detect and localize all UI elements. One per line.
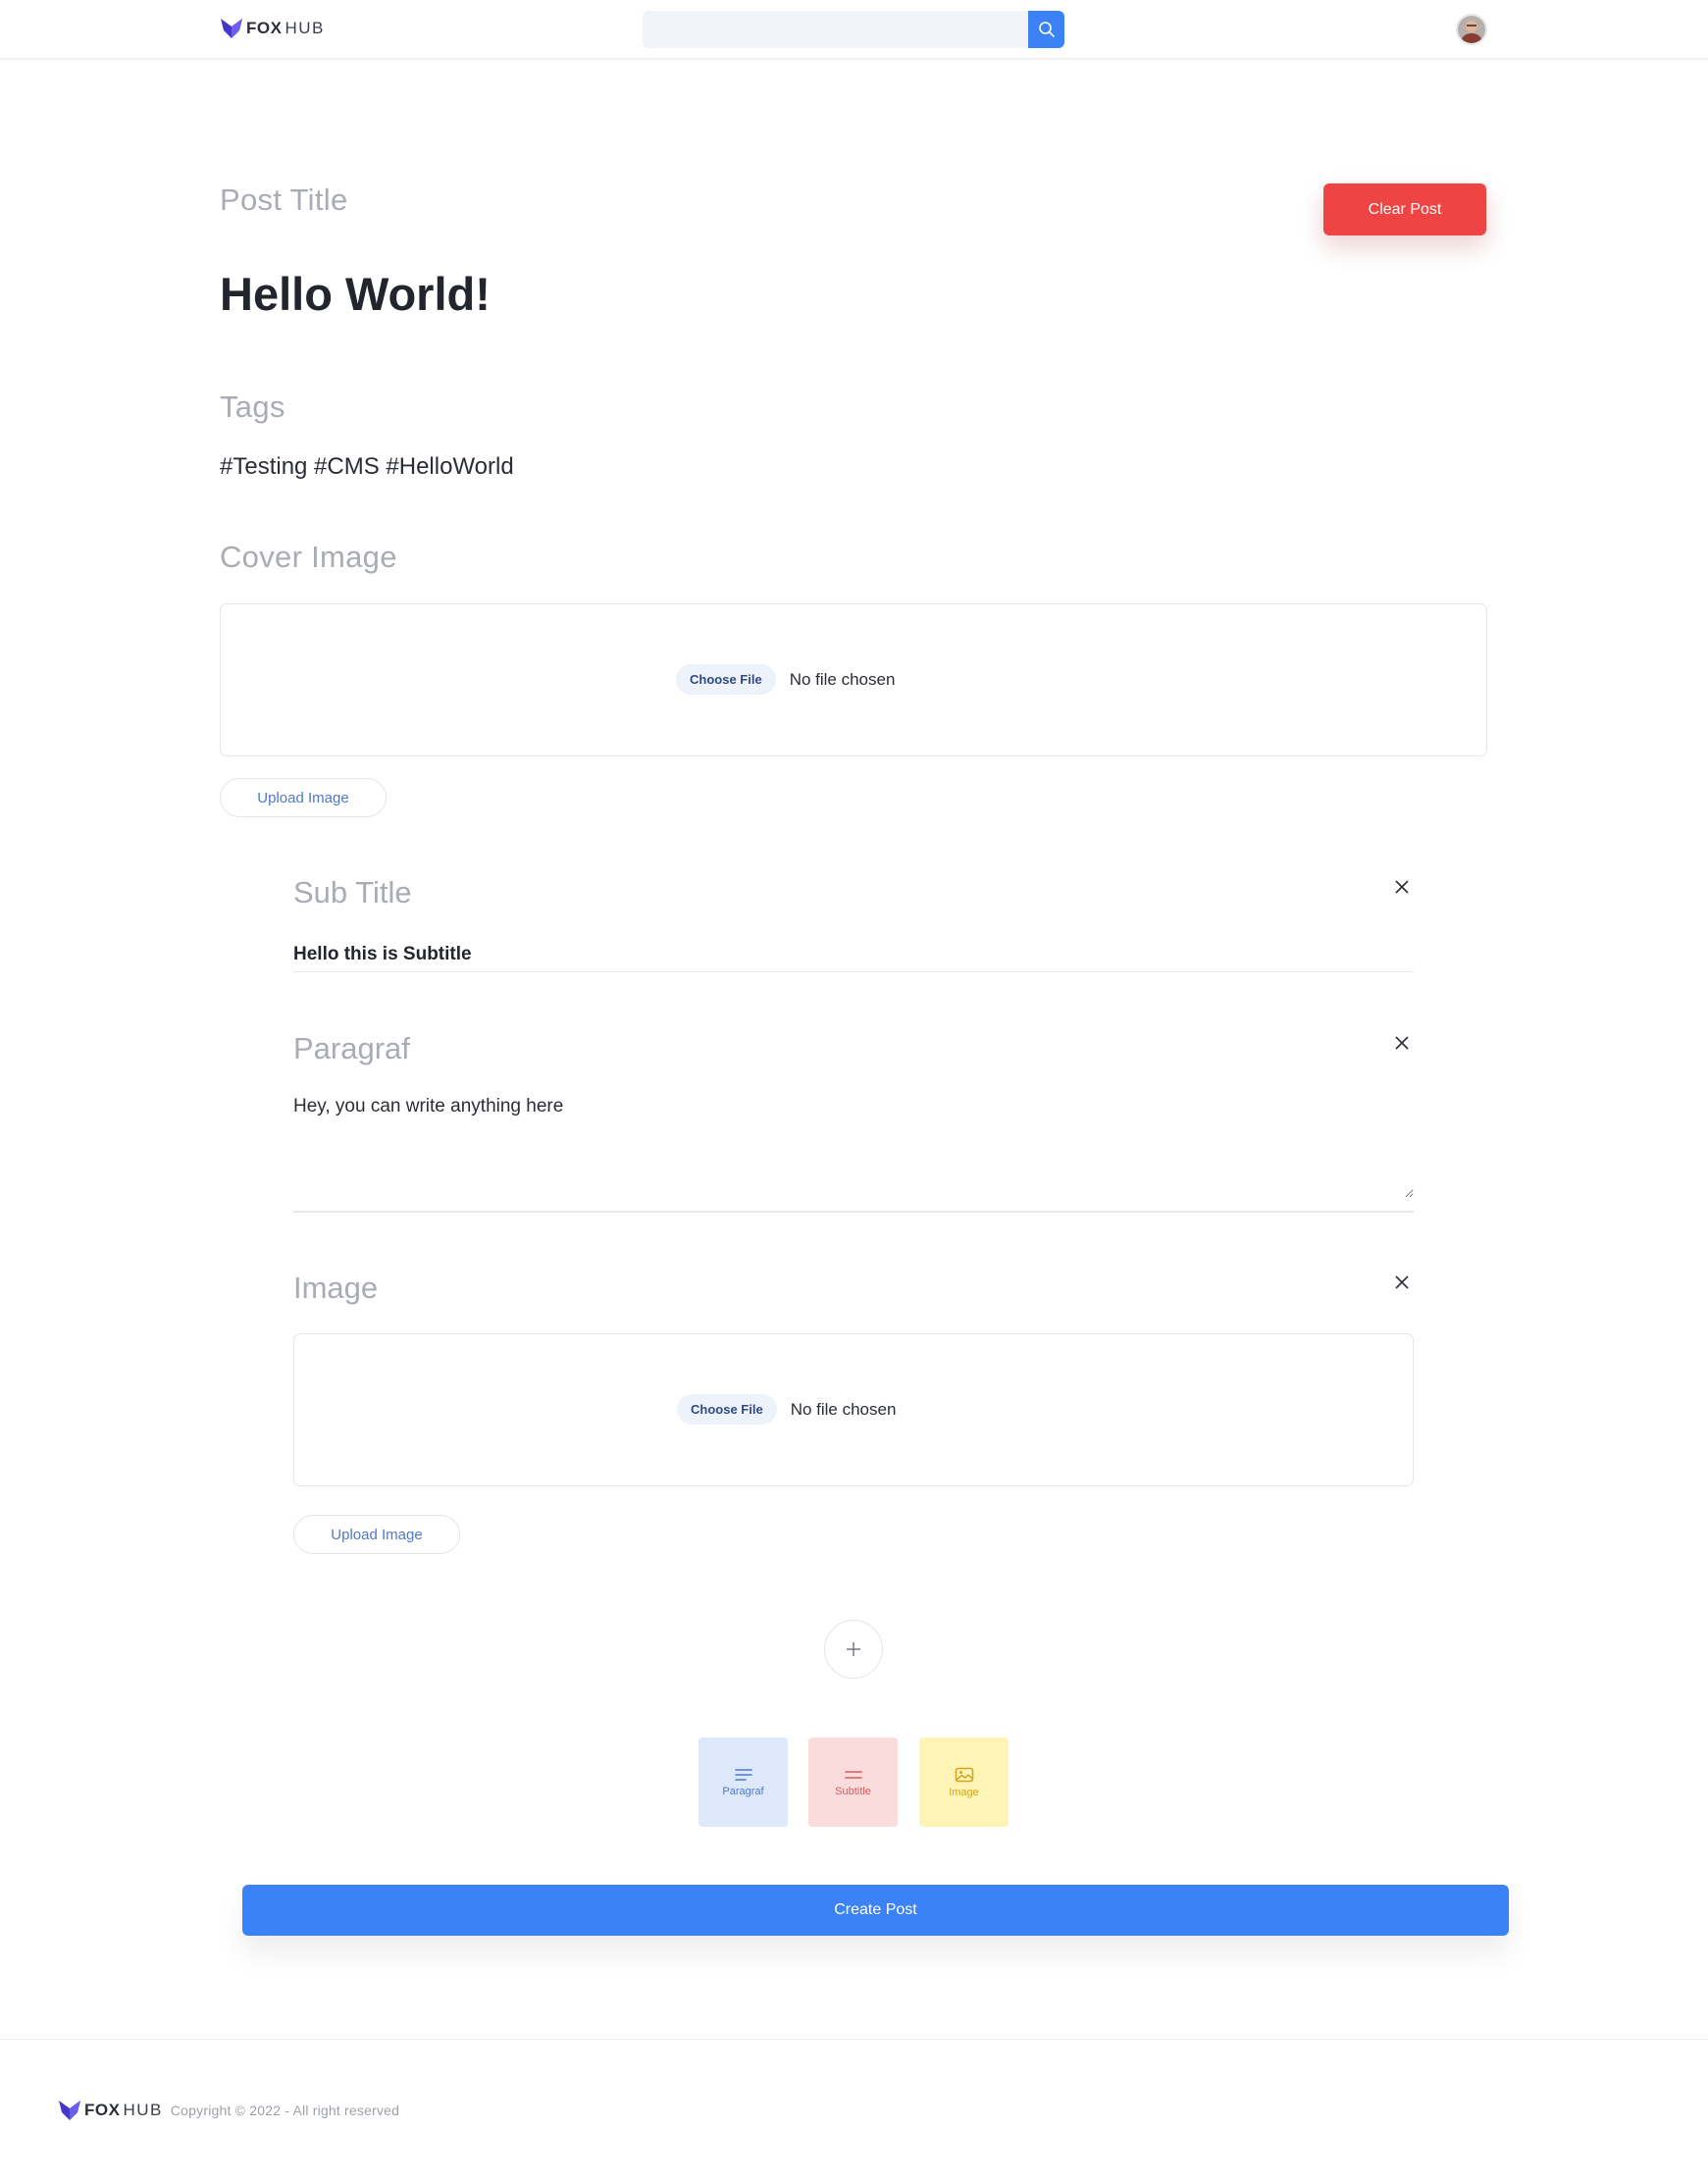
post-title-label: Post Title (220, 182, 348, 217)
image-file-status: No file chosen (790, 1399, 897, 1419)
post-title-input[interactable]: Hello World! (220, 267, 491, 321)
footer-logo-hub-text: HUB (123, 2101, 163, 2119)
logo-hub-text: HUB (285, 19, 325, 37)
subtitle-block-label: Sub Title (293, 875, 412, 909)
subtitle-lines-icon (844, 1770, 862, 1779)
cover-upload-image-button[interactable]: Upload Image (220, 778, 387, 817)
search-button[interactable] (1028, 11, 1064, 48)
fox-logo-icon (221, 19, 242, 38)
user-avatar[interactable] (1456, 14, 1487, 45)
cover-file-input: Choose File No file chosen (676, 664, 895, 695)
image-block-dropzone[interactable]: Choose File No file chosen (293, 1333, 1414, 1486)
cover-choose-file-button[interactable]: Choose File (676, 664, 776, 695)
cover-file-status: No file chosen (789, 669, 896, 689)
close-icon[interactable] (1391, 1272, 1413, 1293)
image-file-input: Choose File No file chosen (677, 1394, 896, 1425)
paragraf-divider (293, 1211, 1414, 1213)
search-icon (1038, 22, 1055, 37)
footer-brand-logo[interactable]: FOX HUB Copyright © 2022 - All right res… (58, 2100, 399, 2121)
add-block-button[interactable] (824, 1620, 883, 1679)
add-subtitle-block-button[interactable]: Subtitle (808, 1738, 898, 1827)
image-choose-file-button[interactable]: Choose File (677, 1394, 777, 1425)
image-icon (955, 1767, 973, 1782)
search-input[interactable] (643, 11, 1028, 48)
image-block-label: Image (293, 1271, 379, 1305)
tags-input[interactable]: #Testing #CMS #HelloWorld (220, 453, 514, 481)
paragraf-tile-label: Paragraf (722, 1785, 764, 1797)
brand-logo[interactable]: FOX HUB (220, 18, 325, 39)
clear-post-button[interactable]: Clear Post (1323, 183, 1486, 235)
logo-fox-text: FOX (246, 19, 283, 37)
tags-label: Tags (220, 389, 285, 424)
search-bar (643, 11, 1064, 48)
footer-logo-fox-text: FOX (84, 2101, 121, 2119)
paragraf-block-label: Paragraf (293, 1031, 410, 1065)
subtitle-tile-label: Subtitle (835, 1785, 871, 1797)
copyright-text: Copyright © 2022 - All right reserved (170, 2103, 400, 2118)
image-tile-label: Image (949, 1786, 979, 1798)
subtitle-input[interactable] (293, 937, 1414, 972)
top-navbar: FOX HUB (0, 0, 1708, 60)
add-paragraf-block-button[interactable]: Paragraf (699, 1738, 788, 1827)
paragraf-textarea[interactable]: Hey, you can write anything here (293, 1092, 1414, 1198)
create-post-button[interactable]: Create Post (242, 1885, 1509, 1936)
close-icon[interactable] (1391, 876, 1413, 898)
image-upload-image-button[interactable]: Upload Image (293, 1515, 460, 1554)
fox-logo-icon (59, 2101, 80, 2120)
close-icon[interactable] (1391, 1032, 1413, 1054)
cover-image-dropzone[interactable]: Choose File No file chosen (220, 603, 1487, 756)
paragraph-lines-icon (734, 1768, 752, 1781)
avatar-photo-icon (1458, 16, 1485, 43)
footer: FOX HUB Copyright © 2022 - All right res… (0, 2039, 1708, 2181)
plus-icon (847, 1642, 860, 1656)
cover-image-label: Cover Image (220, 540, 397, 574)
add-image-block-button[interactable]: Image (919, 1738, 1009, 1827)
